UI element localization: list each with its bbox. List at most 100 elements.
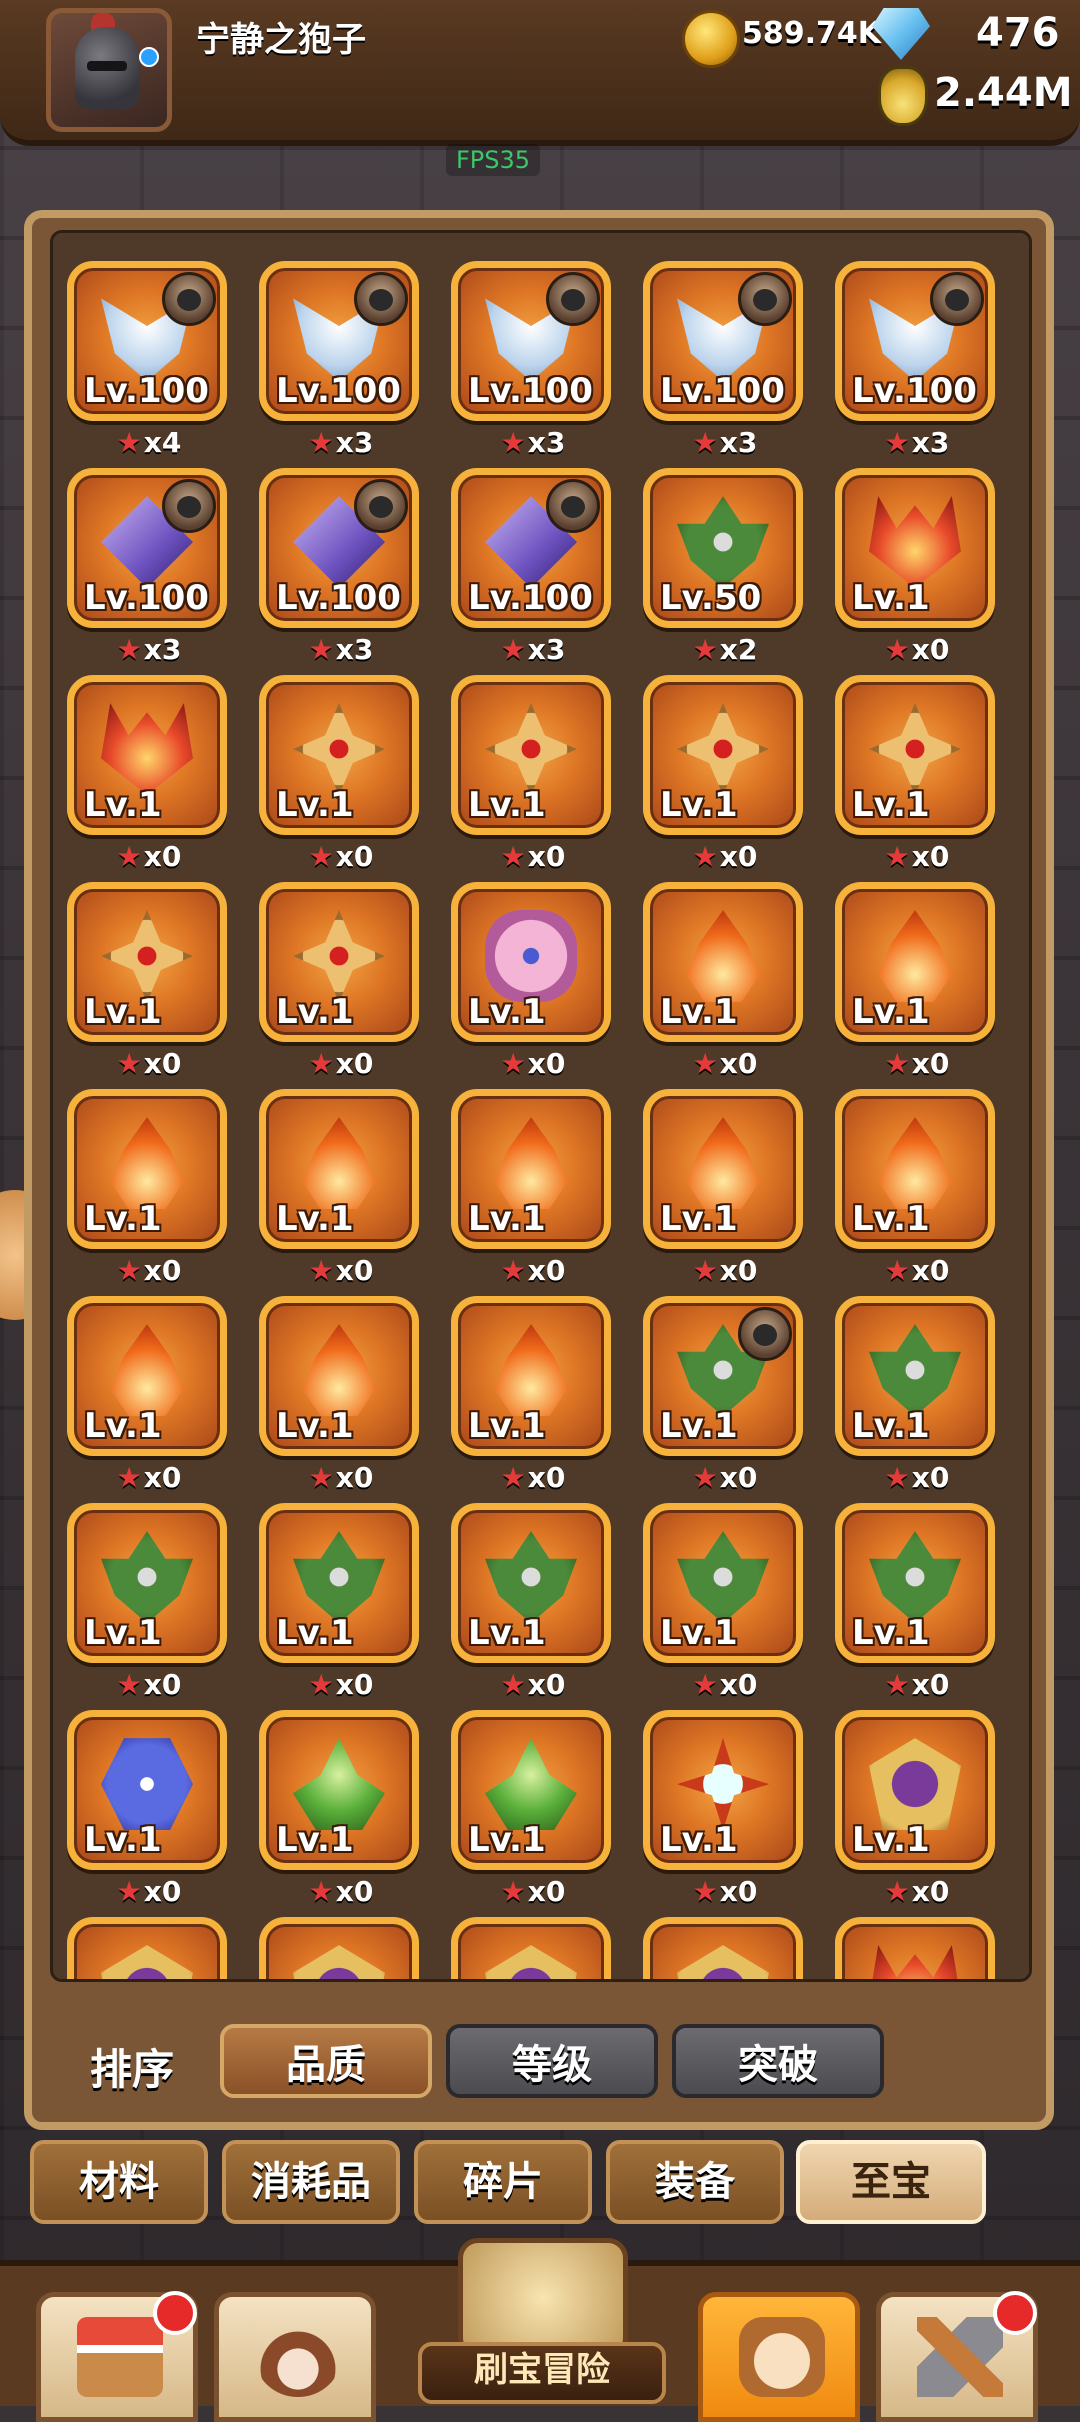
treasure-card[interactable]: Lv.1 xyxy=(67,882,227,1042)
tab-materials[interactable]: 材料 xyxy=(30,2140,208,2224)
treasure-card[interactable]: Lv.1 xyxy=(451,882,611,1042)
treasure-adventure-button[interactable]: 刷宝冒险 xyxy=(388,2238,692,2404)
treasure-item[interactable]: Lv.1 ★x0 xyxy=(629,1296,821,1498)
treasure-card[interactable]: Lv.100 xyxy=(643,261,803,421)
treasure-card[interactable]: Lv.1 xyxy=(835,1710,995,1870)
treasure-card[interactable]: Lv.1 xyxy=(643,882,803,1042)
treasure-item[interactable]: Lv.100 ★x3 xyxy=(437,261,629,463)
treasure-card[interactable]: Lv.1 xyxy=(835,1089,995,1249)
treasure-item[interactable]: Lv.1 ★x0 xyxy=(821,1503,1013,1705)
treasure-card[interactable]: Lv.1 xyxy=(259,1089,419,1249)
treasure-card[interactable]: Lv.100 xyxy=(835,261,995,421)
treasure-card[interactable]: Lv.1 xyxy=(643,1296,803,1456)
treasure-item[interactable]: Lv.1 ★x0 xyxy=(821,1089,1013,1291)
treasure-item[interactable]: Lv.1 ★x0 xyxy=(245,1710,437,1912)
treasure-item[interactable]: Lv.1 ★x0 xyxy=(53,1503,245,1705)
treasure-card[interactable]: Lv.1 xyxy=(643,1503,803,1663)
treasure-item[interactable]: Lv.1 ★x0 xyxy=(53,1089,245,1291)
nav-inventory-button[interactable] xyxy=(698,2292,860,2422)
treasure-item[interactable]: Lv.100 ★x3 xyxy=(821,261,1013,463)
treasure-card[interactable]: Lv.1 xyxy=(259,882,419,1042)
treasure-card[interactable]: Lv.1 xyxy=(835,1503,995,1663)
treasure-item[interactable] xyxy=(437,1917,629,1979)
treasure-item[interactable]: Lv.1 ★x0 xyxy=(245,675,437,877)
treasure-item[interactable]: Lv.1 ★x0 xyxy=(821,675,1013,877)
treasure-item[interactable]: Lv.1 ★x0 xyxy=(245,882,437,1084)
treasure-card[interactable]: Lv.1 xyxy=(835,468,995,628)
treasure-card[interactable]: Lv.100 xyxy=(259,468,419,628)
nav-shop-button[interactable] xyxy=(36,2291,198,2422)
treasure-card[interactable]: Lv.1 xyxy=(451,1710,611,1870)
treasure-item[interactable]: Lv.1 ★x0 xyxy=(245,1089,437,1291)
treasure-card[interactable]: Lv.100 xyxy=(67,261,227,421)
treasure-card[interactable] xyxy=(67,1917,227,1979)
treasure-card[interactable]: Lv.100 xyxy=(451,468,611,628)
treasure-item[interactable]: Lv.1 ★x0 xyxy=(629,1710,821,1912)
treasure-card[interactable]: Lv.1 xyxy=(835,675,995,835)
treasure-card[interactable]: Lv.50 xyxy=(643,468,803,628)
treasure-item[interactable]: Lv.1 ★x0 xyxy=(629,1503,821,1705)
treasure-item[interactable]: Lv.1 ★x0 xyxy=(437,882,629,1084)
treasure-card[interactable]: Lv.100 xyxy=(451,261,611,421)
nav-hero-button[interactable] xyxy=(214,2292,376,2422)
treasure-card[interactable] xyxy=(835,1917,995,1979)
treasure-item[interactable]: Lv.100 ★x3 xyxy=(53,468,245,670)
treasure-item[interactable] xyxy=(629,1917,821,1979)
treasure-card[interactable]: Lv.1 xyxy=(67,1710,227,1870)
treasure-item[interactable]: Lv.1 ★x0 xyxy=(629,882,821,1084)
treasure-card[interactable]: Lv.1 xyxy=(835,1296,995,1456)
treasure-card[interactable]: Lv.1 xyxy=(259,1503,419,1663)
treasure-item[interactable]: Lv.1 ★x0 xyxy=(821,882,1013,1084)
treasure-item[interactable]: Lv.1 ★x0 xyxy=(53,1710,245,1912)
player-avatar[interactable] xyxy=(46,8,172,132)
treasure-item[interactable]: Lv.1 ★x0 xyxy=(437,1089,629,1291)
treasure-card[interactable]: Lv.1 xyxy=(451,675,611,835)
treasure-card[interactable]: Lv.1 xyxy=(643,675,803,835)
treasure-card[interactable]: Lv.1 xyxy=(67,1089,227,1249)
treasure-card[interactable]: Lv.1 xyxy=(835,882,995,1042)
treasure-item[interactable]: Lv.1 ★x0 xyxy=(821,468,1013,670)
treasure-item[interactable]: Lv.100 ★x3 xyxy=(629,261,821,463)
treasure-item[interactable] xyxy=(53,1917,245,1979)
treasure-item[interactable]: Lv.1 ★x0 xyxy=(437,1296,629,1498)
sort-level-button[interactable]: 等级 xyxy=(446,2024,658,2098)
treasure-card[interactable]: Lv.1 xyxy=(451,1503,611,1663)
treasure-card[interactable]: Lv.1 xyxy=(259,1710,419,1870)
treasure-grid[interactable]: Lv.100 ★x4 Lv.100 ★x3 Lv.100 ★x3 Lv.100 ★x3 Lv.1… xyxy=(50,230,1032,1982)
tab-fragments[interactable]: 碎片 xyxy=(414,2140,592,2224)
treasure-card[interactable]: Lv.1 xyxy=(67,1503,227,1663)
treasure-card[interactable]: Lv.1 xyxy=(67,1296,227,1456)
treasure-item[interactable]: Lv.100 ★x3 xyxy=(245,468,437,670)
treasure-item[interactable]: Lv.100 ★x3 xyxy=(437,468,629,670)
treasure-card[interactable]: Lv.100 xyxy=(67,468,227,628)
treasure-item[interactable]: Lv.1 ★x0 xyxy=(629,675,821,877)
treasure-item[interactable]: Lv.1 ★x0 xyxy=(821,1710,1013,1912)
treasure-item[interactable]: Lv.1 ★x0 xyxy=(245,1503,437,1705)
treasure-item[interactable]: Lv.1 ★x0 xyxy=(437,1710,629,1912)
treasure-card[interactable]: Lv.1 xyxy=(259,675,419,835)
sort-quality-button[interactable]: 品质 xyxy=(220,2024,432,2098)
treasure-item[interactable]: Lv.1 ★x0 xyxy=(629,1089,821,1291)
treasure-card[interactable] xyxy=(259,1917,419,1979)
treasure-item[interactable]: Lv.1 ★x0 xyxy=(437,675,629,877)
treasure-card[interactable] xyxy=(643,1917,803,1979)
treasure-item[interactable] xyxy=(245,1917,437,1979)
nav-forge-button[interactable] xyxy=(876,2291,1038,2422)
treasure-card[interactable]: Lv.1 xyxy=(643,1089,803,1249)
treasure-item[interactable]: Lv.1 ★x0 xyxy=(53,882,245,1084)
treasure-item[interactable]: Lv.50 ★x2 xyxy=(629,468,821,670)
treasure-item[interactable]: Lv.100 ★x3 xyxy=(245,261,437,463)
treasure-card[interactable]: Lv.1 xyxy=(451,1089,611,1249)
treasure-item[interactable]: Lv.100 ★x4 xyxy=(53,261,245,463)
treasure-item[interactable]: Lv.1 ★x0 xyxy=(53,1296,245,1498)
treasure-card[interactable]: Lv.100 xyxy=(259,261,419,421)
treasure-card[interactable]: Lv.1 xyxy=(67,675,227,835)
treasure-item[interactable]: Lv.1 ★x0 xyxy=(437,1503,629,1705)
sort-breakthrough-button[interactable]: 突破 xyxy=(672,2024,884,2098)
treasure-card[interactable] xyxy=(451,1917,611,1979)
treasure-item[interactable]: Lv.1 ★x0 xyxy=(53,675,245,877)
treasure-item[interactable]: Lv.1 ★x0 xyxy=(245,1296,437,1498)
tab-treasures[interactable]: 至宝 xyxy=(796,2140,986,2224)
tab-consumables[interactable]: 消耗品 xyxy=(222,2140,400,2224)
treasure-item[interactable]: Lv.1 ★x0 xyxy=(821,1296,1013,1498)
